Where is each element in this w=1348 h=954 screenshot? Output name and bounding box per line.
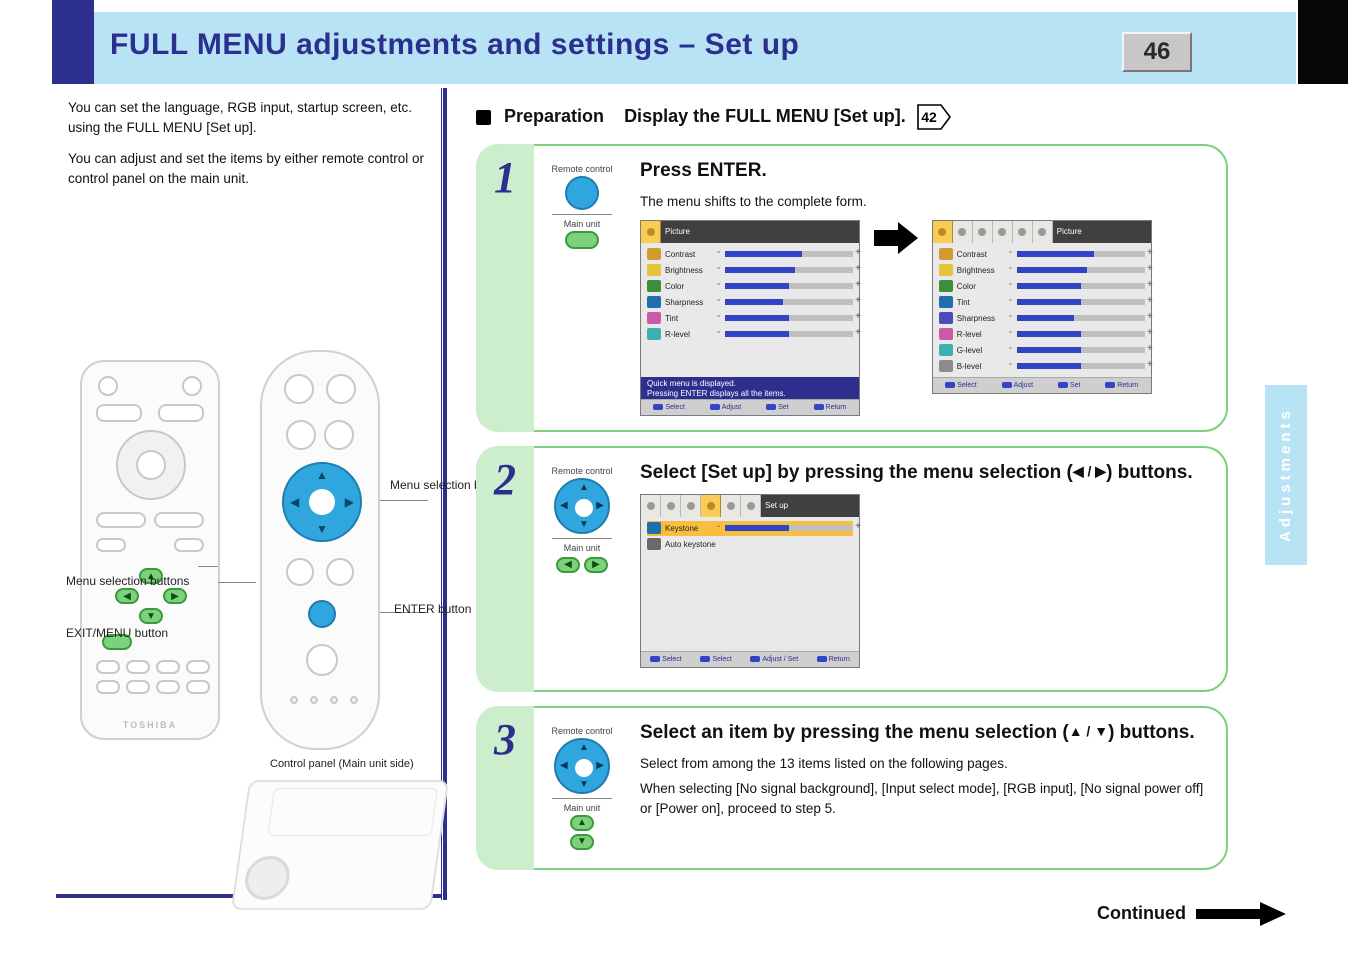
- column-divider: [441, 88, 447, 900]
- remote-btn-generic: [98, 376, 118, 396]
- remote-key: [96, 660, 120, 674]
- step-1-card: 1 Remote control Main unit Press ENTER. …: [476, 144, 1228, 432]
- instruction-column: Preparation Display the FULL MENU [Set u…: [476, 104, 1228, 870]
- step-1-body: The menu shifts to the complete form.: [640, 192, 1208, 212]
- panel-button: [326, 374, 356, 404]
- panel-led: [330, 696, 338, 704]
- panel-led: [310, 696, 318, 704]
- up-oval-icon: ▲: [570, 815, 594, 831]
- control-panel-outline: ▲▼◀▶: [260, 350, 380, 750]
- intro-column: You can set the language, RGB input, sta…: [68, 98, 428, 199]
- remote-pill: [96, 538, 126, 552]
- remote-pill: [158, 404, 204, 422]
- icon-label-main-unit: Main unit: [546, 219, 618, 229]
- callout-exit-menu: EXIT/MENU button: [66, 626, 136, 640]
- control-panel-label: Control panel (Main unit side): [270, 758, 414, 770]
- corner-bleed: [1298, 0, 1348, 84]
- enter-button-icon: [565, 176, 599, 210]
- enter-oval-icon: [565, 231, 599, 249]
- step-3-icon-column: Remote control ◀ ▶ ▲ ▼ Main unit ▲ ▼: [546, 724, 618, 850]
- step-3-card: 3 Remote control ◀ ▶ ▲ ▼ Main unit ▲ ▼ S…: [476, 706, 1228, 870]
- section-side-tab-label: Adjustments: [1265, 385, 1307, 565]
- dpad-icon: ◀ ▶ ▲ ▼: [554, 738, 610, 794]
- panel-button: [284, 374, 314, 404]
- remote-key: [186, 660, 210, 674]
- remote-key: [156, 660, 180, 674]
- step-2-card: 2 Remote control ◀ ▶ ▲ ▼ Main unit ◀ ▶ S…: [476, 446, 1228, 692]
- remote-brand-label: TOSHIBA: [82, 720, 218, 730]
- header-accent-block: [52, 0, 94, 84]
- full-menu-screenshot: PictureContrast-+Brightness-+Color-+Tint…: [932, 220, 1152, 394]
- remote-pill: [96, 404, 142, 422]
- icon-label-remote: Remote control: [546, 466, 618, 476]
- step-1-title: Press ENTER.: [640, 160, 1208, 182]
- step-2-number: 2: [476, 446, 534, 692]
- page-ref-arrow-icon: 42: [917, 104, 951, 130]
- remote-outline: ▲ ◀ ▶ ▼ TOSHIBA: [80, 360, 220, 740]
- down-oval-icon: ▼: [570, 834, 594, 850]
- remote-menu-right-button: ▶: [163, 588, 187, 604]
- callout-line: [218, 582, 256, 583]
- svg-text:42: 42: [921, 109, 937, 125]
- remote-menu-down-button: ▼: [139, 608, 163, 624]
- page-number: 46: [1144, 38, 1171, 66]
- continued-label: Continued: [1097, 903, 1186, 924]
- icon-label-main-unit: Main unit: [546, 803, 618, 813]
- quick-menu-screenshot: PictureContrast-+Brightness-+Color-+Shar…: [640, 220, 860, 416]
- step-1-number: 1: [476, 144, 534, 432]
- setup-menu-screenshot: Set upKeystone-+Auto keystoneSelectSelec…: [640, 494, 860, 668]
- panel-dpad: ▲▼◀▶: [282, 462, 362, 542]
- step-3-note-2: When selecting [No signal background], […: [640, 779, 1208, 818]
- section-side-tab: Adjustments: [1265, 385, 1307, 565]
- right-oval-icon: ▶: [584, 557, 608, 573]
- step-3-title: Select an item by pressing the menu sele…: [640, 722, 1208, 744]
- panel-led: [290, 696, 298, 704]
- left-oval-icon: ◀: [556, 557, 580, 573]
- projector-outline: [231, 780, 449, 910]
- page-number-box: 46: [1122, 32, 1192, 72]
- icon-label-main-unit: Main unit: [546, 543, 618, 553]
- projector-lens: [242, 856, 292, 900]
- continued-arrow-icon: [1196, 901, 1286, 930]
- callout-line: [198, 566, 218, 567]
- preparation-step: Display the FULL MENU [Set up].: [624, 106, 906, 126]
- remote-key: [126, 660, 150, 674]
- panel-vol-up: [324, 420, 354, 450]
- remote-pill: [96, 512, 146, 528]
- preparation-row: Preparation Display the FULL MENU [Set u…: [476, 104, 1228, 130]
- callout-line: [380, 500, 428, 501]
- panel-button: [286, 558, 314, 586]
- remote-btn-power: [182, 376, 202, 396]
- remote-menu-left-button: ◀: [115, 588, 139, 604]
- panel-vol-down: [286, 420, 316, 450]
- remote-pill: [154, 512, 204, 528]
- panel-led: [350, 696, 358, 704]
- remote-key: [186, 680, 210, 694]
- step-2-icon-column: Remote control ◀ ▶ ▲ ▼ Main unit ◀ ▶: [546, 464, 618, 573]
- preparation-label: Preparation: [504, 106, 604, 126]
- dpad-icon: ◀ ▶ ▲ ▼: [554, 478, 610, 534]
- step-3-number: 3: [476, 706, 534, 870]
- callout-enter: ENTER button: [394, 602, 471, 616]
- callout-menu-selection-remote: Menu selection buttons: [66, 574, 126, 588]
- intro-paragraph-2: You can adjust and set the items by eith…: [68, 149, 428, 190]
- icon-label-remote: Remote control: [546, 164, 618, 174]
- step-1-icon-column: Remote control Main unit: [546, 162, 618, 249]
- intro-paragraph-1: You can set the language, RGB input, sta…: [68, 98, 428, 139]
- remote-key: [126, 680, 150, 694]
- page-title: FULL MENU adjustments and settings – Set…: [110, 28, 799, 62]
- bullet-square-icon: [476, 110, 491, 125]
- remote-joystick-nub: [136, 450, 166, 480]
- panel-enter-button: [308, 600, 336, 628]
- remote-key: [156, 680, 180, 694]
- remote-key: [96, 680, 120, 694]
- step-2-title: Select [Set up] by pressing the menu sel…: [640, 462, 1208, 484]
- remote-pill: [174, 538, 204, 552]
- step-3-note-1: Select from among the 13 items listed on…: [640, 754, 1208, 774]
- transition-arrow-icon: [874, 220, 918, 259]
- panel-power-button: [306, 644, 338, 676]
- panel-button: [326, 558, 354, 586]
- hardware-diagram: ▲ ◀ ▶ ▼ TOSHIBA ▲▼◀▶ Men: [80, 350, 410, 910]
- icon-label-remote: Remote control: [546, 726, 618, 736]
